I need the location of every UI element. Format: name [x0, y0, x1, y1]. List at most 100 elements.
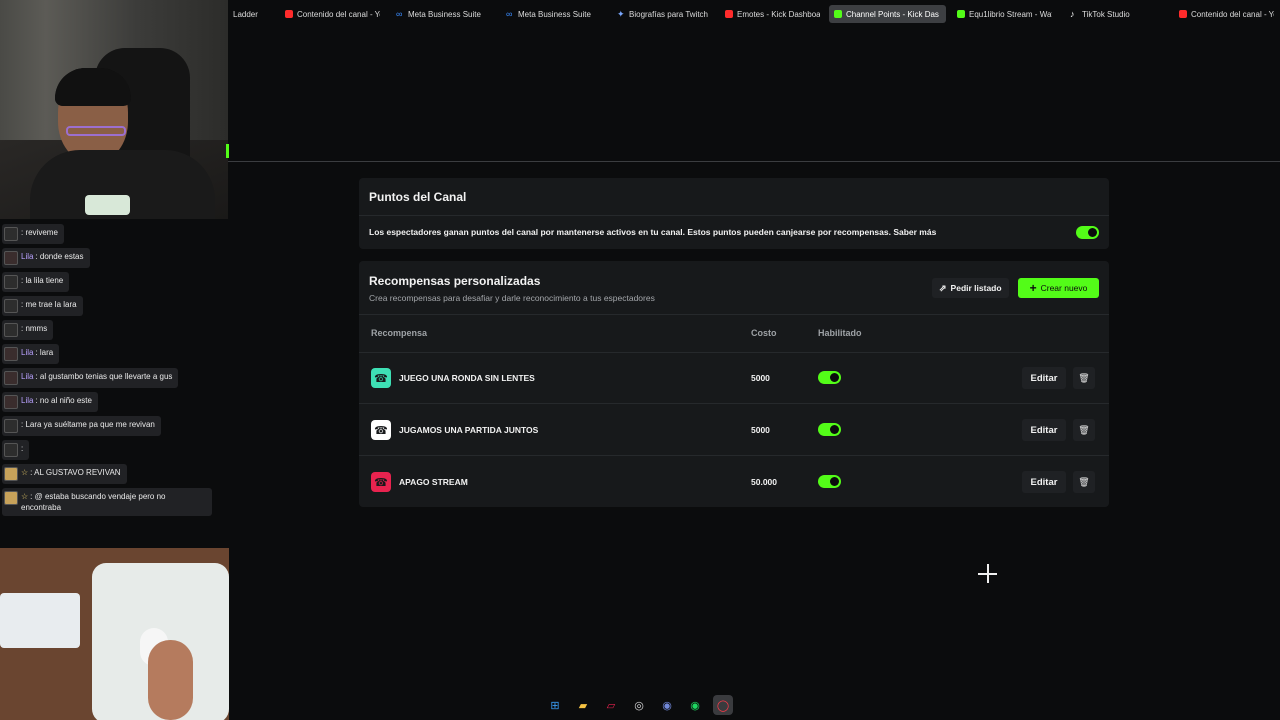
row-divider [359, 403, 1109, 404]
reward-name: APAGO STREAM [399, 477, 468, 487]
chat-message-text: Lila: al gustambo tenias que llevarte a … [21, 371, 172, 382]
chat-message-text: : Lara ya suéltame pa que me revivan [21, 419, 155, 430]
reward-enabled-toggle[interactable] [818, 475, 841, 488]
green-indicator [226, 144, 229, 158]
delete-button[interactable]: 🗑 [1073, 471, 1095, 493]
chat-username: ☆ [21, 468, 29, 477]
obs-icon[interactable]: ◎ [629, 695, 649, 715]
create-new-button[interactable]: + Crear nuevo [1018, 278, 1099, 298]
chat-message: : reviveme [2, 224, 64, 244]
chat-message-text: ☆: AL GUSTAVO REVIVAN [21, 467, 121, 478]
taskbar: ⊞ ▰ ▱ ◎ ◉ ◉ ◯ [545, 692, 733, 718]
reward-enabled-toggle[interactable] [818, 423, 841, 436]
chat-avatar [4, 299, 18, 313]
chat-avatar [4, 323, 18, 337]
chat-avatar [4, 419, 18, 433]
hand [148, 640, 193, 720]
column-header-reward: Recompensa [371, 328, 428, 338]
plus-icon: + [1029, 281, 1037, 295]
reward-row: ☎ JUGAMOS UNA PARTIDA JUNTOS 5000 Editar 🗑 [359, 405, 1109, 456]
tiktok-icon: ♪ [1070, 9, 1075, 19]
gemini-icon: ✦ [617, 9, 625, 19]
row-divider [359, 455, 1109, 456]
browser-tab-label: Meta Business Suite [408, 9, 481, 19]
chat-avatar [4, 467, 18, 481]
edit-button[interactable]: Editar [1022, 471, 1066, 493]
opera-gx-icon[interactable]: ◯ [713, 695, 733, 715]
chat-message-text: : la lila tiene [21, 275, 63, 286]
chat-avatar [4, 251, 18, 265]
chat-avatar [4, 491, 18, 505]
chat-message: Lila: no al niño este [2, 392, 98, 412]
reward-cost: 50.000 [751, 477, 777, 487]
browser-tab[interactable]: Contenido del canal - Yo [280, 5, 380, 23]
chat-avatar [4, 227, 18, 241]
chat-text: : Lara ya suéltame pa que me revivan [21, 420, 155, 429]
browser-tab-label: Contenido del canal - Yo [297, 9, 380, 19]
request-list-button[interactable]: ⇗ Pedir listado [932, 278, 1009, 298]
browser-tab-label: Equ1librio Stream - Wat [969, 9, 1052, 19]
chat-avatar [4, 443, 18, 457]
screen: : reviveme Lila: donde estas: la lila tie… [0, 0, 1280, 720]
trash-icon: 🗑 [1078, 372, 1090, 383]
chat-username: Lila [21, 252, 34, 261]
discord-icon[interactable]: ◉ [657, 695, 677, 715]
glasses [66, 126, 126, 136]
youtube-icon [1179, 10, 1187, 18]
youtube-icon [725, 10, 733, 18]
edit-button[interactable]: Editar [1022, 367, 1066, 389]
browser-tab[interactable]: Ladder [228, 5, 268, 23]
trash-icon: 🗑 [1078, 476, 1090, 487]
chat-text: : lara [35, 348, 54, 357]
chat-text: : al gustambo tenias que llevarte a gus [35, 372, 173, 381]
channel-points-toggle[interactable] [1076, 226, 1099, 239]
custom-rewards-panel: Recompensas personalizadas Crea recompen… [359, 261, 1109, 507]
kick-studio-icon[interactable]: ▱ [601, 695, 621, 715]
browser-tab-label: Ladder [233, 9, 258, 19]
cursor-crosshair-icon [978, 564, 997, 583]
file-explorer-icon[interactable]: ▰ [573, 695, 593, 715]
delete-button[interactable]: 🗑 [1073, 367, 1095, 389]
edit-button[interactable]: Editar [1022, 419, 1066, 441]
browser-tab-label: Biografías para Twitch y [629, 9, 710, 19]
channel-points-title: Puntos del Canal [369, 190, 467, 204]
chat-overlay: : reviveme Lila: donde estas: la lila tie… [0, 224, 228, 520]
webcam-overlay [0, 0, 228, 219]
browser-tab-label: Channel Points - Kick Das [846, 9, 939, 19]
reward-enabled-toggle[interactable] [818, 371, 841, 384]
browser-tab[interactable]: ✦ Biografías para Twitch y [612, 5, 710, 23]
browser-tab-bar: Ladder Contenido del canal - Yo ∞ Meta Busi… [228, 0, 1280, 28]
youtube-icon [285, 10, 293, 18]
browser-tab[interactable]: ∞ Meta Business Suite [501, 5, 601, 23]
column-header-cost: Costo [751, 328, 777, 338]
chat-avatar [4, 395, 18, 409]
delete-button[interactable]: 🗑 [1073, 419, 1095, 441]
meta-icon: ∞ [506, 9, 513, 19]
spotify-icon[interactable]: ◉ [685, 695, 705, 715]
browser-tab[interactable]: ∞ Meta Business Suite [391, 5, 495, 23]
windows-icon[interactable]: ⊞ [545, 695, 565, 715]
kick-icon [834, 10, 842, 18]
chat-username: Lila [21, 372, 34, 381]
meta-icon: ∞ [396, 9, 403, 19]
keyboard [0, 593, 80, 648]
reward-row: ☎ APAGO STREAM 50.000 Editar 🗑 [359, 457, 1109, 508]
create-new-label: Crear nuevo [1040, 283, 1088, 293]
channel-points-description: Los espectadores ganan puntos del canal … [369, 227, 937, 237]
browser-tab[interactable]: ♪ TikTok Studio [1065, 5, 1145, 23]
chat-message: : la lila tiene [2, 272, 70, 292]
reward-row: ☎ JUEGO UNA RONDA SIN LENTES 5000 Editar 🗑 [359, 353, 1109, 404]
chat-text: : no al niño este [35, 396, 92, 405]
browser-tab[interactable]: Channel Points - Kick Das [829, 5, 946, 23]
divider [228, 161, 1280, 162]
reward-cost: 5000 [751, 373, 770, 383]
browser-tab[interactable]: Emotes - Kick Dashboard [720, 5, 820, 23]
chat-text: : [21, 444, 24, 453]
chat-message: : Lara ya suéltame pa que me revivan [2, 416, 161, 436]
browser-tab[interactable]: Contenido del canal - Yo [1174, 5, 1274, 23]
browser-tab[interactable]: Equ1librio Stream - Wat [952, 5, 1052, 23]
chat-text: : reviveme [21, 228, 58, 237]
chat-avatar [4, 275, 18, 289]
trash-icon: 🗑 [1078, 424, 1090, 435]
reward-icon: ☎ [371, 368, 391, 388]
